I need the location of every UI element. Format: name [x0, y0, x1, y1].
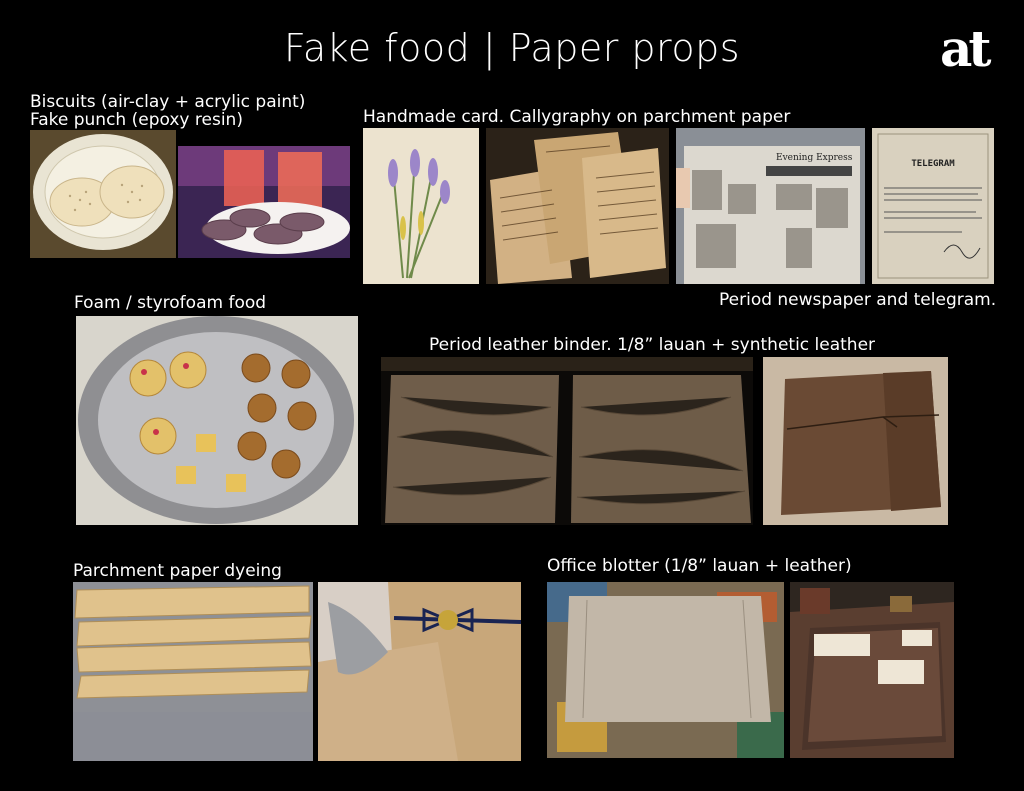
caption-blotter: Office blotter (1/8” lauan + leather)	[547, 556, 852, 576]
calligraphy-photo	[486, 128, 669, 284]
wax-seal-photo	[318, 582, 521, 761]
caption-newspaper: Period newspaper and telegram.	[719, 290, 997, 310]
punch-photo	[178, 146, 350, 258]
biscuits-photo	[30, 130, 176, 258]
lavender-card-photo	[363, 128, 479, 284]
blotter-board-photo	[547, 582, 784, 758]
caption-card: Handmade card. Callygraphy on parchment …	[363, 107, 791, 127]
page-title: Fake food | Paper props	[284, 26, 740, 70]
caption-biscuits: Biscuits (air-clay + acrylic paint)	[30, 92, 306, 112]
brand-logo: at	[940, 19, 991, 78]
caption-binder: Period leather binder. 1/8” lauan + synt…	[429, 335, 876, 355]
binder-open-photo	[381, 357, 753, 525]
caption-punch: Fake punch (epoxy resin)	[30, 110, 243, 130]
telegram-photo: TELEGRAM	[872, 128, 994, 284]
caption-dyeing: Parchment paper dyeing	[73, 561, 282, 581]
newspaper-photo: Evening Express	[676, 128, 865, 284]
blotter-desk-photo	[790, 582, 954, 758]
newspaper-masthead: Evening Express	[776, 153, 853, 163]
parchment-stack-photo	[73, 582, 313, 761]
caption-foam: Foam / styrofoam food	[74, 293, 267, 313]
foam-food-photo	[76, 316, 358, 525]
telegram-heading: TELEGRAM	[911, 159, 955, 169]
binder-closed-photo	[763, 357, 948, 525]
